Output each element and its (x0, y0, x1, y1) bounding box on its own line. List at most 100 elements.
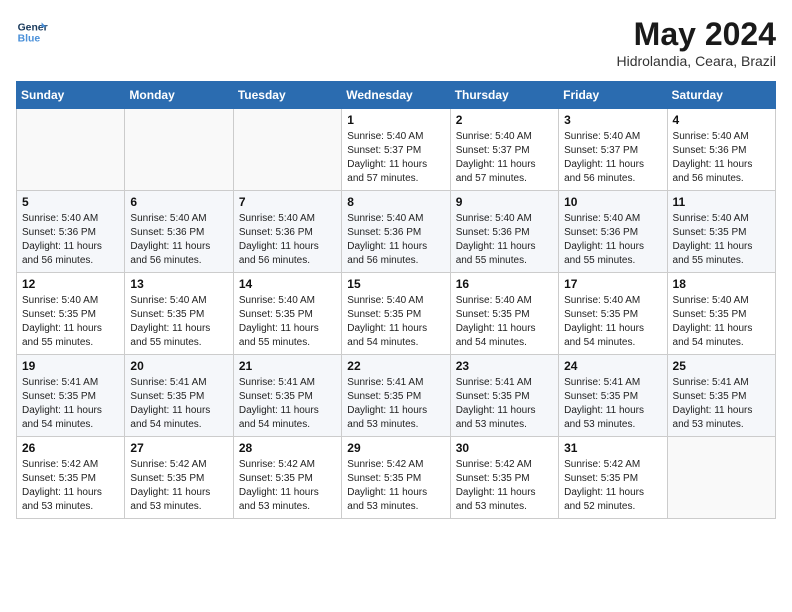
day-cell (125, 109, 233, 191)
day-info: Sunrise: 5:41 AM Sunset: 5:35 PM Dayligh… (564, 376, 661, 432)
day-cell: 31 Sunrise: 5:42 AM Sunset: 5:35 PM Dayli… (559, 437, 667, 519)
week-row-1: 1 Sunrise: 5:40 AM Sunset: 5:37 PM Daylig… (17, 109, 776, 191)
day-number: 2 (456, 113, 553, 127)
day-number: 7 (239, 195, 336, 209)
week-row-5: 26 Sunrise: 5:42 AM Sunset: 5:35 PM Dayli… (17, 437, 776, 519)
day-number: 16 (456, 277, 553, 291)
day-info: Sunrise: 5:40 AM Sunset: 5:36 PM Dayligh… (456, 212, 553, 268)
day-cell: 10 Sunrise: 5:40 AM Sunset: 5:36 PM Dayli… (559, 191, 667, 273)
day-number: 10 (564, 195, 661, 209)
day-info: Sunrise: 5:40 AM Sunset: 5:36 PM Dayligh… (239, 212, 336, 268)
day-number: 3 (564, 113, 661, 127)
weekday-header-monday: Monday (125, 82, 233, 109)
day-number: 26 (22, 441, 119, 455)
day-info: Sunrise: 5:40 AM Sunset: 5:35 PM Dayligh… (673, 294, 770, 350)
day-cell (233, 109, 341, 191)
day-cell: 30Sunrise: 5:42 AM Sunset: 5:35 PM Dayli… (450, 437, 558, 519)
title-block: May 2024 Hidrolandia, Ceara, Brazil (616, 16, 776, 69)
day-number: 27 (130, 441, 227, 455)
day-cell: 3 Sunrise: 5:40 AM Sunset: 5:37 PM Daylig… (559, 109, 667, 191)
day-number: 9 (456, 195, 553, 209)
day-info: Sunrise: 5:41 AM Sunset: 5:35 PM Dayligh… (347, 376, 444, 432)
day-number: 21 (239, 359, 336, 373)
day-info: Sunrise: 5:40 AM Sunset: 5:35 PM Dayligh… (22, 294, 119, 350)
day-cell: 29 Sunrise: 5:42 AM Sunset: 5:35 PM Dayli… (342, 437, 450, 519)
weekday-header-friday: Friday (559, 82, 667, 109)
day-cell: 19Sunrise: 5:41 AM Sunset: 5:35 PM Dayli… (17, 355, 125, 437)
day-cell: 25 Sunrise: 5:41 AM Sunset: 5:35 PM Dayli… (667, 355, 775, 437)
day-cell: 23Sunrise: 5:41 AM Sunset: 5:35 PM Dayli… (450, 355, 558, 437)
day-cell: 26 Sunrise: 5:42 AM Sunset: 5:35 PM Dayli… (17, 437, 125, 519)
week-row-3: 12Sunrise: 5:40 AM Sunset: 5:35 PM Dayli… (17, 273, 776, 355)
day-cell: 14Sunrise: 5:40 AM Sunset: 5:35 PM Dayli… (233, 273, 341, 355)
weekday-header-sunday: Sunday (17, 82, 125, 109)
day-info: Sunrise: 5:40 AM Sunset: 5:36 PM Dayligh… (564, 212, 661, 268)
day-number: 24 (564, 359, 661, 373)
day-number: 29 (347, 441, 444, 455)
week-row-4: 19 Sunrise: 5:41 AM Sunset: 5:35 PM Dayli… (17, 355, 776, 437)
page-header: General Blue May 2024 Hidrolandia, Ceara… (16, 16, 776, 69)
day-cell: 11Sunrise: 5:40 AM Sunset: 5:35 PM Dayli… (667, 191, 775, 273)
day-number: 31 (564, 441, 661, 455)
week-row-2: 5Sunrise: 5:40 AM Sunset: 5:36 PM Daylig… (17, 191, 776, 273)
day-number: 28 (239, 441, 336, 455)
day-cell: 18 Sunrise: 5:40 AM Sunset: 5:35 PM Dayli… (667, 273, 775, 355)
day-cell: 27 Sunrise: 5:42 AM Sunset: 5:35 PM Dayli… (125, 437, 233, 519)
day-cell: 9 Sunrise: 5:40 AM Sunset: 5:36 PM Daylig… (450, 191, 558, 273)
day-number: 18 (673, 277, 770, 291)
day-cell: 15Sunrise: 5:40 AM Sunset: 5:35 PM Dayli… (342, 273, 450, 355)
day-number: 1 (347, 113, 444, 127)
day-number: 14 (239, 277, 336, 291)
day-cell: 17Sunrise: 5:40 AM Sunset: 5:35 PM Dayli… (559, 273, 667, 355)
day-cell: 8 Sunrise: 5:40 AM Sunset: 5:36 PM Daylig… (342, 191, 450, 273)
day-info: Sunrise: 5:42 AM Sunset: 5:35 PM Dayligh… (564, 458, 661, 514)
day-info: Sunrise: 5:40 AM Sunset: 5:36 PM Dayligh… (130, 212, 227, 268)
day-cell: 7 Sunrise: 5:40 AM Sunset: 5:36 PM Daylig… (233, 191, 341, 273)
day-info: Sunrise: 5:41 AM Sunset: 5:35 PM Dayligh… (239, 376, 336, 432)
day-cell: 5Sunrise: 5:40 AM Sunset: 5:36 PM Daylig… (17, 191, 125, 273)
day-info: Sunrise: 5:42 AM Sunset: 5:35 PM Dayligh… (347, 458, 444, 514)
day-cell: 2 Sunrise: 5:40 AM Sunset: 5:37 PM Daylig… (450, 109, 558, 191)
day-number: 20 (130, 359, 227, 373)
day-info: Sunrise: 5:40 AM Sunset: 5:35 PM Dayligh… (564, 294, 661, 350)
day-info: Sunrise: 5:40 AM Sunset: 5:35 PM Dayligh… (347, 294, 444, 350)
day-info: Sunrise: 5:40 AM Sunset: 5:35 PM Dayligh… (456, 294, 553, 350)
day-info: Sunrise: 5:42 AM Sunset: 5:35 PM Dayligh… (130, 458, 227, 514)
day-info: Sunrise: 5:40 AM Sunset: 5:35 PM Dayligh… (130, 294, 227, 350)
day-cell: 20 Sunrise: 5:41 AM Sunset: 5:35 PM Dayli… (125, 355, 233, 437)
day-cell: 4 Sunrise: 5:40 AM Sunset: 5:36 PM Daylig… (667, 109, 775, 191)
weekday-header-row: SundayMondayTuesdayWednesdayThursdayFrid… (17, 82, 776, 109)
day-number: 19 (22, 359, 119, 373)
day-info: Sunrise: 5:40 AM Sunset: 5:37 PM Dayligh… (564, 130, 661, 186)
day-cell: 13 Sunrise: 5:40 AM Sunset: 5:35 PM Dayli… (125, 273, 233, 355)
day-cell: 6 Sunrise: 5:40 AM Sunset: 5:36 PM Daylig… (125, 191, 233, 273)
weekday-header-wednesday: Wednesday (342, 82, 450, 109)
day-number: 25 (673, 359, 770, 373)
day-info: Sunrise: 5:40 AM Sunset: 5:37 PM Dayligh… (347, 130, 444, 186)
day-info: Sunrise: 5:42 AM Sunset: 5:35 PM Dayligh… (456, 458, 553, 514)
day-cell: 24 Sunrise: 5:41 AM Sunset: 5:35 PM Dayli… (559, 355, 667, 437)
location-subtitle: Hidrolandia, Ceara, Brazil (616, 53, 776, 69)
day-cell: 16 Sunrise: 5:40 AM Sunset: 5:35 PM Dayli… (450, 273, 558, 355)
day-number: 4 (673, 113, 770, 127)
calendar-table: SundayMondayTuesdayWednesdayThursdayFrid… (16, 81, 776, 519)
day-info: Sunrise: 5:42 AM Sunset: 5:35 PM Dayligh… (239, 458, 336, 514)
day-cell: 1 Sunrise: 5:40 AM Sunset: 5:37 PM Daylig… (342, 109, 450, 191)
day-info: Sunrise: 5:40 AM Sunset: 5:36 PM Dayligh… (673, 130, 770, 186)
svg-text:General: General (18, 22, 48, 33)
day-cell: 22Sunrise: 5:41 AM Sunset: 5:35 PM Dayli… (342, 355, 450, 437)
day-info: Sunrise: 5:42 AM Sunset: 5:35 PM Dayligh… (22, 458, 119, 514)
day-info: Sunrise: 5:41 AM Sunset: 5:35 PM Dayligh… (673, 376, 770, 432)
svg-text:Blue: Blue (18, 34, 41, 45)
day-info: Sunrise: 5:40 AM Sunset: 5:37 PM Dayligh… (456, 130, 553, 186)
day-number: 11 (673, 195, 770, 209)
weekday-header-tuesday: Tuesday (233, 82, 341, 109)
day-number: 8 (347, 195, 444, 209)
day-info: Sunrise: 5:41 AM Sunset: 5:35 PM Dayligh… (130, 376, 227, 432)
day-number: 23 (456, 359, 553, 373)
day-number: 13 (130, 277, 227, 291)
day-number: 6 (130, 195, 227, 209)
day-info: Sunrise: 5:40 AM Sunset: 5:36 PM Dayligh… (347, 212, 444, 268)
day-cell: 28 Sunrise: 5:42 AM Sunset: 5:35 PM Dayli… (233, 437, 341, 519)
day-info: Sunrise: 5:40 AM Sunset: 5:36 PM Dayligh… (22, 212, 119, 268)
